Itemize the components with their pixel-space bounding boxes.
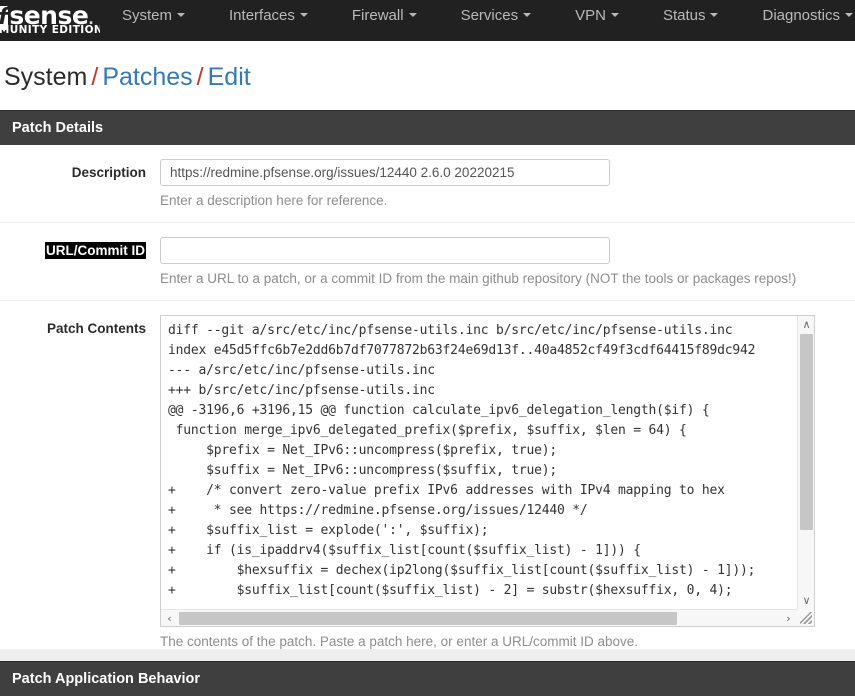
top-navbar: pfsense. MMUNITY EDITION| System Interfa… [0,0,855,41]
breadcrumb-root: System [4,63,88,91]
vertical-scrollbar-thumb[interactable] [800,334,813,530]
nav-item-diagnostics[interactable]: Diagnostics [740,4,855,27]
chevron-down-icon [408,13,417,18]
resize-grip-icon [800,612,812,624]
nav-item-diagnostics-label: Diagnostics [762,7,841,24]
patch-details-body: Description Enter a description here for… [0,145,855,661]
breadcrumb-separator: / [91,63,99,91]
url-commit-field-wrap: Enter a URL to a patch, or a commit ID f… [160,237,855,286]
nav-item-firewall-label: Firewall [351,7,404,24]
nav-item-status[interactable]: Status [641,4,741,27]
horizontal-scrollbar-thumb[interactable] [179,612,677,625]
diff-line: + $suffix_list = explode(':', $suffix); [168,523,489,538]
patch-details-heading: Patch Details [0,110,855,145]
patch-contents-viewport: diff --git a/src/etc/inc/pfsense-utils.i… [161,316,797,609]
brand-subtitle-text: MMUNITY EDITION [0,24,100,36]
description-help: Enter a description here for reference. [160,193,388,208]
nav-item-interfaces[interactable]: Interfaces [207,4,330,27]
breadcrumb-separator: / [196,63,204,91]
scroll-down-icon[interactable]: ∨ [798,592,814,609]
patch-contents-help: The contents of the patch. Paste a patch… [160,634,639,649]
diff-line: + /* convert zero-value prefix IPv6 addr… [168,483,725,498]
nav-menu: System Interfaces Firewall Services VPN … [100,0,855,41]
description-field-wrap: Enter a description here for reference. [160,159,855,208]
url-commit-label: URL/Commit ID [0,237,160,259]
description-input[interactable] [160,159,610,186]
diff-line: --- a/src/etc/inc/pfsense-utils.inc [168,363,435,378]
scroll-left-icon[interactable]: ‹ [161,610,178,626]
scroll-up-icon[interactable]: ∧ [798,316,814,333]
diff-line: +++ b/src/etc/inc/pfsense-utils.inc [168,383,435,398]
diff-line: + $hexsuffix = dechex(ip2long($suffix_li… [168,563,756,578]
nav-item-vpn[interactable]: VPN [553,4,641,27]
chevron-down-icon [710,13,719,18]
nav-item-status-label: Status [662,7,706,24]
nav-item-services[interactable]: Services [439,4,554,27]
nav-item-system[interactable]: System [100,4,207,27]
panel-bottom-spacer [0,649,855,661]
diff-line: diff --git a/src/etc/inc/pfsense-utils.i… [168,323,733,338]
breadcrumb: System / Patches / Edit [0,41,855,110]
patch-contents-field-wrap: diff --git a/src/etc/inc/pfsense-utils.i… [160,315,855,649]
breadcrumb-link-edit[interactable]: Edit [208,63,251,91]
url-commit-label-text: URL/Commit ID [45,242,146,259]
chevron-down-icon [177,13,186,18]
patch-contents-row: Patch Contents diff --git a/src/etc/inc/… [0,301,855,649]
diff-line: index e45d5ffc6b7e2dd6b7df7077872b63f24e… [168,343,756,358]
description-row: Description Enter a description here for… [0,145,855,208]
nav-item-interfaces-label: Interfaces [229,7,295,24]
description-label: Description [71,165,146,180]
diff-line: @@ -3196,6 +3196,15 @@ function calculat… [168,403,710,418]
url-commit-help: Enter a URL to a patch, or a commit ID f… [160,271,797,286]
diff-line: $suffix = Net_IPv6::uncompress($suffix, … [168,463,557,478]
url-commit-input[interactable] [160,237,610,264]
pfsense-logo[interactable]: pfsense. MMUNITY EDITION| [0,0,100,41]
patch-details-panel: Patch Details Description Enter a descri… [0,110,855,661]
chevron-down-icon [299,13,308,18]
nav-item-services-label: Services [460,7,519,24]
diff-line: function merge_ipv6_delegated_prefix($pr… [168,423,687,438]
horizontal-scrollbar[interactable]: ‹ › [161,609,797,626]
diff-line: + if (is_ipaddrv4($suffix_list[count($su… [168,543,641,558]
patch-contents-label: Patch Contents [46,321,146,336]
diff-line: $prefix = Net_IPv6::uncompress($prefix, … [168,443,557,458]
chevron-down-icon [845,13,854,18]
patch-contents-textarea[interactable]: diff --git a/src/etc/inc/pfsense-utils.i… [160,315,815,627]
chevron-down-icon [610,13,619,18]
scroll-right-icon[interactable]: › [780,610,797,626]
chevron-down-icon [523,13,532,18]
breadcrumb-link-patches[interactable]: Patches [102,63,192,91]
url-commit-row: URL/Commit ID Enter a URL to a patch, or… [0,223,855,286]
brand-subtitle: MMUNITY EDITION| [0,24,100,36]
diff-line: + * see https://redmine.pfsense.org/issu… [168,503,588,518]
nav-item-system-label: System [122,7,173,24]
nav-item-vpn-label: VPN [575,7,606,24]
vertical-scrollbar[interactable]: ∧ ∨ [797,316,814,609]
nav-item-firewall[interactable]: Firewall [330,4,439,27]
diff-line: + $suffix_list[count($suffix_list) - 2] … [168,583,733,598]
textarea-resize-handle[interactable] [797,609,814,626]
